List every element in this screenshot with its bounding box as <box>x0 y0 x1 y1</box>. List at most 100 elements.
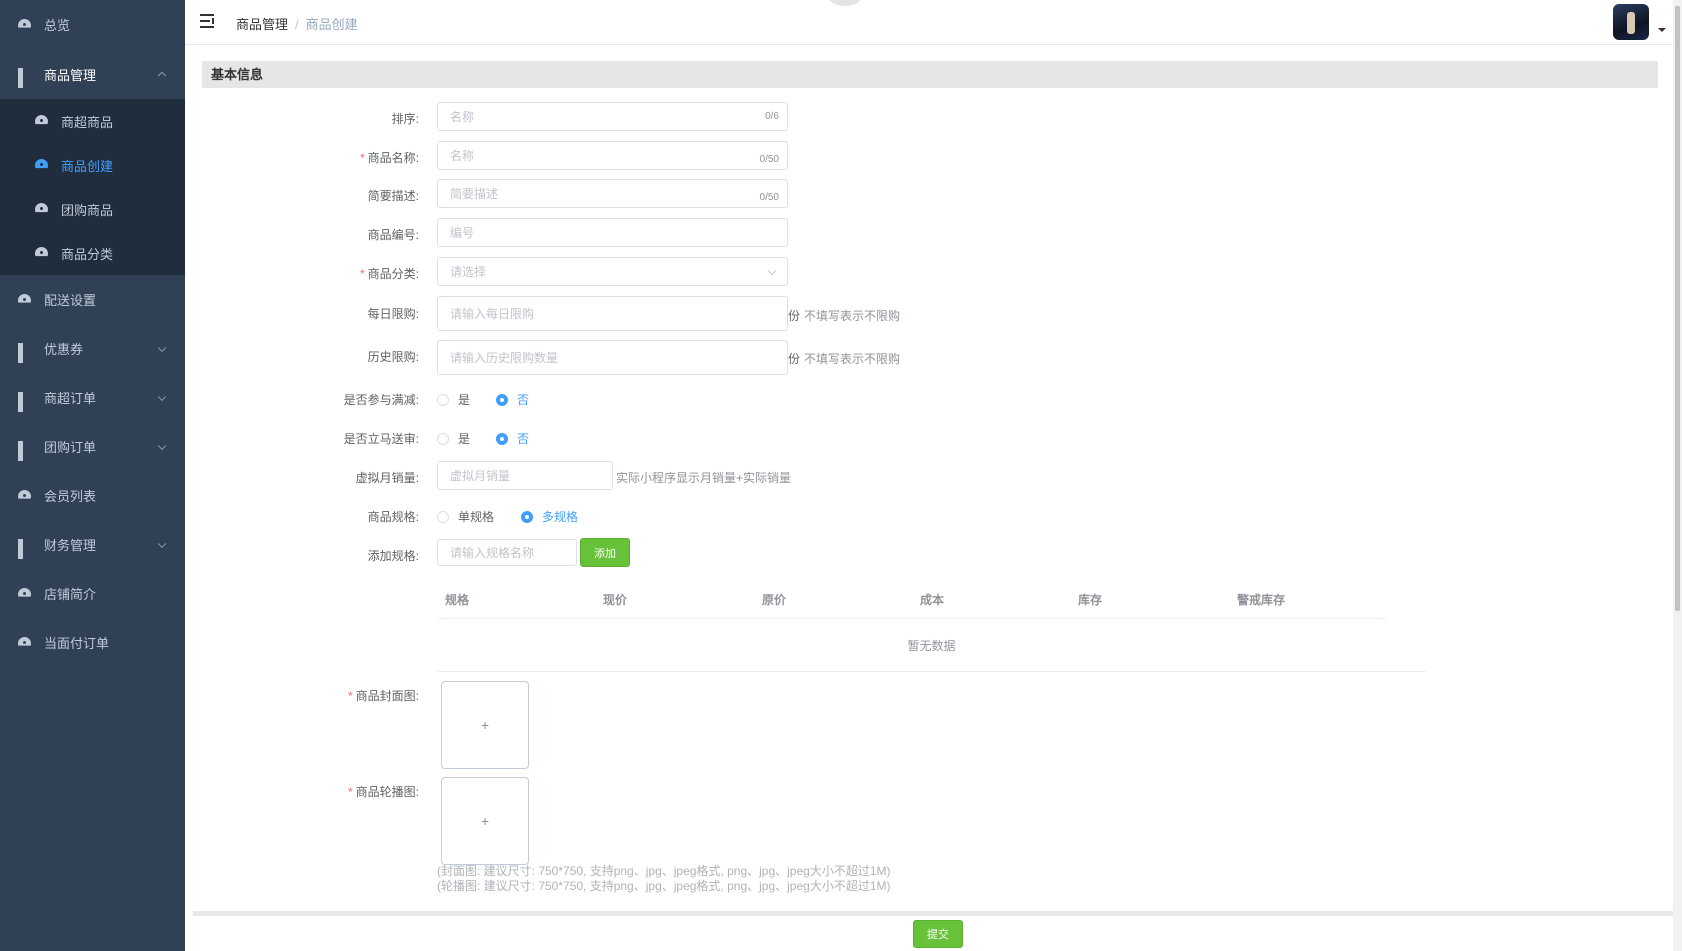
form-row-virtual-sales: 虚拟月销量: 虚拟月销量 实际小程序显示月销量+实际销量 <box>185 461 1485 491</box>
form-row-instant-review: 是否立马送审: 是 否 <box>185 428 1485 448</box>
sidebar-item-label: 商超商品 <box>61 114 114 130</box>
plus-icon: + <box>480 813 490 829</box>
spec-table-header: 规格 现价 原价 成本 库存 警戒库存 <box>437 580 1387 619</box>
product-code-input[interactable]: 编号 <box>437 218 788 247</box>
breadcrumb-item-current: 商品创建 <box>305 17 358 32</box>
form-row-add-spec: 添加规格: 请输入规格名称 添加 <box>185 538 1485 568</box>
sidebar-item-coupons[interactable]: 优惠券 <box>0 324 185 373</box>
radio-checked-icon <box>496 393 508 406</box>
unit-label: 份 <box>788 309 801 323</box>
sidebar-item-finance[interactable]: 财务管理 <box>0 520 185 569</box>
field-label: 虚拟月销量: <box>355 471 419 485</box>
chevron-down-icon <box>157 441 167 450</box>
radio-instant-review-no[interactable]: 否 <box>496 430 529 447</box>
column-header: 警戒库存 <box>1237 593 1286 607</box>
field-label: 排序: <box>391 112 419 126</box>
breadcrumb: 商品管理 / 商品创建 <box>236 14 358 33</box>
gauge-icon <box>18 19 30 31</box>
add-spec-button[interactable]: 添加 <box>580 538 630 567</box>
field-label: 历史限购: <box>367 350 419 364</box>
form-row-history-limit: 历史限购: 请输入历史限购数量 份 不填写表示不限购 <box>185 340 1485 376</box>
cover-size-note: (封面图: 建议尺寸: 750*750, 支持png、jpg、jpeg格式, p… <box>437 864 891 878</box>
history-limit-input[interactable]: 请输入历史限购数量 <box>437 340 788 375</box>
sidebar-item-label: 团购商品 <box>61 202 114 218</box>
submit-button[interactable]: 提交 <box>913 920 963 948</box>
field-label: * 商品封面图: <box>347 689 419 703</box>
field-label: 简要描述: <box>367 189 419 203</box>
chevron-down-icon <box>157 392 167 401</box>
sort-input[interactable]: 名称 0/6 <box>437 102 788 131</box>
footer-divider <box>193 911 1682 916</box>
sidebar-item-member-list[interactable]: 会员列表 <box>0 471 185 520</box>
radio-multi-spec[interactable]: 多规格 <box>521 508 578 525</box>
radio-instant-review-yes[interactable]: 是 <box>437 430 470 447</box>
sidebar-item-group-products[interactable]: 团购商品 <box>0 187 185 231</box>
form-row-desc: 简要描述: 简要描述 0/50 <box>185 179 1485 209</box>
cover-upload-box[interactable]: + <box>441 681 529 769</box>
sidebar-item-delivery-settings[interactable]: 配送设置 <box>0 275 185 324</box>
char-counter: 0/50 <box>759 154 779 165</box>
form-row-cover: * 商品封面图: <box>185 680 1485 770</box>
radio-icon <box>437 510 449 523</box>
char-counter: 0/50 <box>759 192 779 203</box>
table-empty-text: 暂无数据 <box>437 620 1426 672</box>
sidebar-item-supermarket-products[interactable]: 商超商品 <box>0 99 185 143</box>
carousel-upload-box[interactable]: + <box>441 777 529 865</box>
form-row-category: * 商品分类: 请选择 <box>185 257 1485 287</box>
daily-limit-input[interactable]: 请输入每日限购 <box>437 296 788 331</box>
sidebar-item-overview[interactable]: 总览 <box>0 0 185 49</box>
category-select[interactable]: 请选择 <box>437 257 788 286</box>
radio-full-reduction-no[interactable]: 否 <box>496 391 529 408</box>
grid-icon <box>18 391 30 412</box>
field-label: 商品编号: <box>367 228 419 242</box>
field-label: 商品规格: <box>367 510 419 524</box>
spec-name-input[interactable]: 请输入规格名称 <box>437 539 577 566</box>
carousel-size-note: (轮播图: 建议尺寸: 750*750, 支持png、jpg、jpeg格式, p… <box>437 879 891 893</box>
chevron-down-icon <box>767 266 777 275</box>
avatar[interactable] <box>1613 4 1649 40</box>
sidebar-item-f2f-orders[interactable]: 当面付订单 <box>0 618 185 667</box>
field-label: 是否参与满减: <box>343 393 419 407</box>
chevron-up-icon <box>157 71 167 81</box>
chevron-down-icon <box>157 539 167 548</box>
scrollbar-thumb[interactable] <box>1675 6 1680 611</box>
field-label: 添加规格: <box>367 549 419 563</box>
hint-text: 实际小程序显示月销量+实际销量 <box>616 471 792 485</box>
top-navbar: 商品管理 / 商品创建 <box>185 0 1682 45</box>
sidebar-item-group-orders[interactable]: 团购订单 <box>0 422 185 471</box>
char-counter: 0/6 <box>765 111 779 122</box>
gauge-icon <box>18 637 30 649</box>
field-label: 是否立马送审: <box>343 432 419 446</box>
form-row-sort: 排序: 名称 0/6 <box>185 102 1485 132</box>
gauge-icon <box>18 588 30 600</box>
input-placeholder: 编号 <box>450 226 475 240</box>
sidebar-item-label: 商品创建 <box>61 158 114 174</box>
radio-single-spec[interactable]: 单规格 <box>437 508 494 525</box>
hamburger-icon[interactable] <box>200 14 216 28</box>
virtual-sales-input[interactable]: 虚拟月销量 <box>437 461 613 490</box>
caret-down-icon[interactable] <box>1658 28 1666 32</box>
sidebar-item-create-product[interactable]: 商品创建 <box>0 143 185 187</box>
sidebar-item-product-category[interactable]: 商品分类 <box>0 231 185 275</box>
form-row-carousel: * 商品轮播图: <box>185 777 1485 867</box>
sidebar-item-label: 总览 <box>44 18 71 33</box>
sidebar-item-label: 配送设置 <box>44 293 97 308</box>
input-placeholder: 简要描述 <box>450 187 499 201</box>
gauge-icon <box>35 203 47 215</box>
radio-full-reduction-yes[interactable]: 是 <box>437 391 470 408</box>
sidebar-item-shop-intro[interactable]: 店铺简介 <box>0 569 185 618</box>
product-name-input[interactable]: 名称 0/50 <box>437 141 788 170</box>
column-header: 规格 <box>445 593 470 607</box>
form-row-full-reduction: 是否参与满减: 是 否 <box>185 389 1485 409</box>
sidebar-item-label: 财务管理 <box>44 538 97 553</box>
grid-icon <box>18 342 30 363</box>
form-row-daily-limit: 每日限购: 请输入每日限购 份 不填写表示不限购 <box>185 296 1485 332</box>
description-input[interactable]: 简要描述 0/50 <box>437 179 788 208</box>
column-header: 现价 <box>603 593 628 607</box>
input-placeholder: 名称 <box>450 149 475 163</box>
sidebar-item-product-management[interactable]: 商品管理 <box>0 49 185 99</box>
sidebar-item-supermarket-orders[interactable]: 商超订单 <box>0 373 185 422</box>
field-label: * 商品分类: <box>359 267 419 281</box>
breadcrumb-item-product-management[interactable]: 商品管理 <box>236 17 288 32</box>
form-row-name: * 商品名称: 名称 0/50 <box>185 141 1485 171</box>
